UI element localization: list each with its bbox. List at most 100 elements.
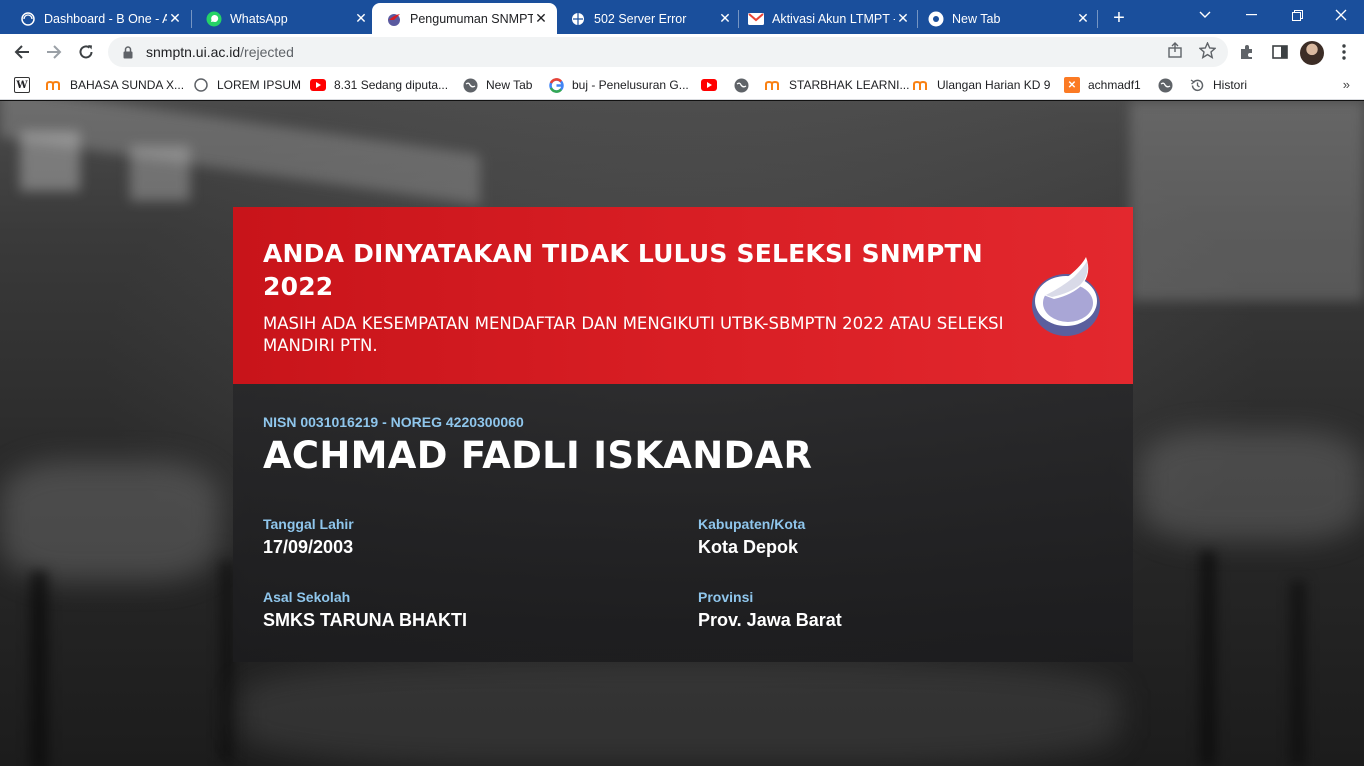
- wikipedia-icon: W: [14, 77, 30, 93]
- bookmark-globe-2[interactable]: [1157, 76, 1181, 94]
- globe-icon: [1157, 77, 1173, 93]
- close-window-icon[interactable]: [1318, 0, 1364, 30]
- whatsapp-icon: [206, 11, 222, 27]
- url-domain: snmptn.ui.ac.id: [146, 44, 241, 60]
- profile-avatar[interactable]: [1300, 41, 1324, 65]
- result-card: ANDA DINYATAKAN TIDAK LULUS SELEKSI SNMP…: [233, 207, 1133, 662]
- tab-title: 502 Server Error: [594, 11, 687, 26]
- close-icon[interactable]: ✕: [717, 10, 733, 27]
- school-label: Asal Sekolah: [263, 589, 351, 605]
- close-icon[interactable]: ✕: [167, 10, 183, 27]
- globe-icon: [733, 77, 749, 93]
- bookmarks-bar: W BAHASA SUNDA X... LOREM IPSUM 8.31 Sed…: [0, 70, 1364, 100]
- tab-whatsapp[interactable]: WhatsApp ✕: [192, 3, 377, 34]
- lock-icon[interactable]: [120, 44, 136, 60]
- youtube-icon: [701, 77, 717, 93]
- more-bookmarks-button[interactable]: »: [1343, 77, 1350, 92]
- google-icon: [548, 77, 564, 93]
- close-icon[interactable]: ✕: [533, 10, 549, 27]
- close-icon[interactable]: ✕: [353, 10, 369, 27]
- bookmark-label: achmadf1: [1088, 78, 1141, 92]
- student-name: ACHMAD FADLI ISKANDAR: [263, 434, 813, 477]
- tab-divider: [1097, 10, 1098, 28]
- bookmark-histori[interactable]: Histori: [1189, 76, 1247, 94]
- reload-button[interactable]: [72, 38, 100, 66]
- background-decoration: [30, 571, 48, 766]
- city-label: Kabupaten/Kota: [698, 516, 806, 532]
- bookmark-label: BAHASA SUNDA X...: [70, 78, 185, 92]
- bookmark-label: STARBHAK LEARNI...: [789, 78, 910, 92]
- moodle-icon: [765, 77, 781, 93]
- bookmark-lorem-ipsum[interactable]: LOREM IPSUM: [193, 76, 301, 94]
- bookmark-star-icon[interactable]: [1198, 41, 1216, 59]
- address-bar[interactable]: snmptn.ui.ac.id/rejected: [108, 37, 1228, 67]
- minimize-icon[interactable]: [1228, 0, 1274, 30]
- url-path: /rejected: [240, 44, 294, 60]
- tab-search-icon[interactable]: [1182, 0, 1228, 30]
- background-decoration: [240, 661, 1120, 766]
- bookmark-label: New Tab: [486, 78, 533, 92]
- city-value: Kota Depok: [698, 537, 799, 557]
- tab-server-error[interactable]: 502 Server Error ✕: [556, 3, 741, 34]
- tab-title: Pengumuman SNMPT: [410, 11, 533, 26]
- new-tab-button[interactable]: +: [1106, 6, 1132, 30]
- bookmark-youtube-video[interactable]: 8.31 Sedang diputa...: [310, 76, 448, 94]
- tab-title: Dashboard - B One - A: [44, 11, 167, 26]
- bookmark-google-search[interactable]: buj - Penelusuran G...: [548, 76, 689, 94]
- tab-title: WhatsApp: [230, 11, 288, 26]
- student-info-panel: NISN 0031016219 - NOREG 4220300060 ACHMA…: [233, 384, 1133, 662]
- menu-kebab-icon[interactable]: [1334, 42, 1354, 62]
- result-banner: ANDA DINYATAKAN TIDAK LULUS SELEKSI SNMP…: [233, 207, 1133, 384]
- bookmark-globe[interactable]: [733, 76, 757, 94]
- snmptn-icon: [386, 11, 402, 27]
- forward-button[interactable]: [40, 38, 68, 66]
- tab-strip: Dashboard - B One - A ✕ WhatsApp ✕ Pengu…: [0, 0, 1364, 34]
- close-icon[interactable]: ✕: [1075, 10, 1091, 27]
- close-icon[interactable]: ✕: [895, 10, 911, 27]
- browser-toolbar: snmptn.ui.ac.id/rejected: [0, 34, 1364, 70]
- school-value: SMKS TARUNA BHAKTI: [263, 610, 467, 630]
- snmptn-logo-icon: [1032, 257, 1100, 336]
- tab-aktivasi[interactable]: Aktivasi Akun LTMPT - ✕: [734, 3, 919, 34]
- back-button[interactable]: [8, 38, 36, 66]
- side-panel-icon[interactable]: [1270, 42, 1290, 62]
- globe-icon: [20, 11, 36, 27]
- history-icon: [1189, 77, 1205, 93]
- bookmark-label: Ulangan Harian KD 9: [937, 78, 1051, 92]
- globe-icon: [570, 11, 586, 27]
- bookmark-youtube[interactable]: [701, 76, 725, 94]
- background-decoration: [0, 461, 220, 581]
- background-decoration: [1130, 101, 1364, 301]
- result-headline: ANDA DINYATAKAN TIDAK LULUS SELEKSI SNMP…: [263, 239, 983, 301]
- background-decoration: [130, 146, 190, 201]
- birth-date-value: 17/09/2003: [263, 537, 354, 557]
- restore-icon[interactable]: [1274, 0, 1320, 30]
- moodle-icon: [46, 77, 62, 93]
- birth-date-label: Tanggal Lahir: [263, 516, 354, 532]
- bookmark-label: buj - Penelusuran G...: [572, 78, 689, 92]
- tab-new-tab[interactable]: New Tab ✕: [914, 3, 1099, 34]
- province-value: Prov. Jawa Barat: [698, 610, 842, 630]
- globe-icon: [462, 77, 478, 93]
- xampp-icon: ✕: [1064, 77, 1080, 93]
- bookmark-ulangan-harian[interactable]: Ulangan Harian KD 9: [913, 76, 1050, 94]
- bookmark-wikipedia[interactable]: W: [14, 76, 38, 94]
- background-decoration: [1290, 581, 1306, 766]
- bookmark-label: LOREM IPSUM: [217, 78, 302, 92]
- student-id-line: NISN 0031016219 - NOREG 4220300060: [263, 414, 524, 430]
- share-icon[interactable]: [1166, 41, 1184, 59]
- gmail-icon: [748, 11, 764, 27]
- background-decoration: [220, 561, 234, 761]
- tab-dashboard[interactable]: Dashboard - B One - A ✕: [6, 3, 191, 34]
- tab-snmptn[interactable]: Pengumuman SNMPT ✕: [372, 3, 557, 34]
- result-subline: MASIH ADA KESEMPATAN MENDAFTAR DAN MENGI…: [263, 314, 1004, 355]
- bookmark-bahasa-sunda[interactable]: BAHASA SUNDA X...: [46, 76, 184, 94]
- extensions-icon[interactable]: [1237, 42, 1257, 62]
- bookmark-achmadf1[interactable]: ✕ achmadf1: [1064, 76, 1141, 94]
- bookmark-starbhak[interactable]: STARBHAK LEARNI...: [765, 76, 909, 94]
- bookmark-new-tab[interactable]: New Tab: [462, 76, 532, 94]
- background-decoration: [1200, 551, 1216, 766]
- page-background: ANDA DINYATAKAN TIDAK LULUS SELEKSI SNMP…: [0, 101, 1364, 766]
- province-label: Provinsi: [698, 589, 754, 605]
- chrome-icon: [928, 11, 944, 27]
